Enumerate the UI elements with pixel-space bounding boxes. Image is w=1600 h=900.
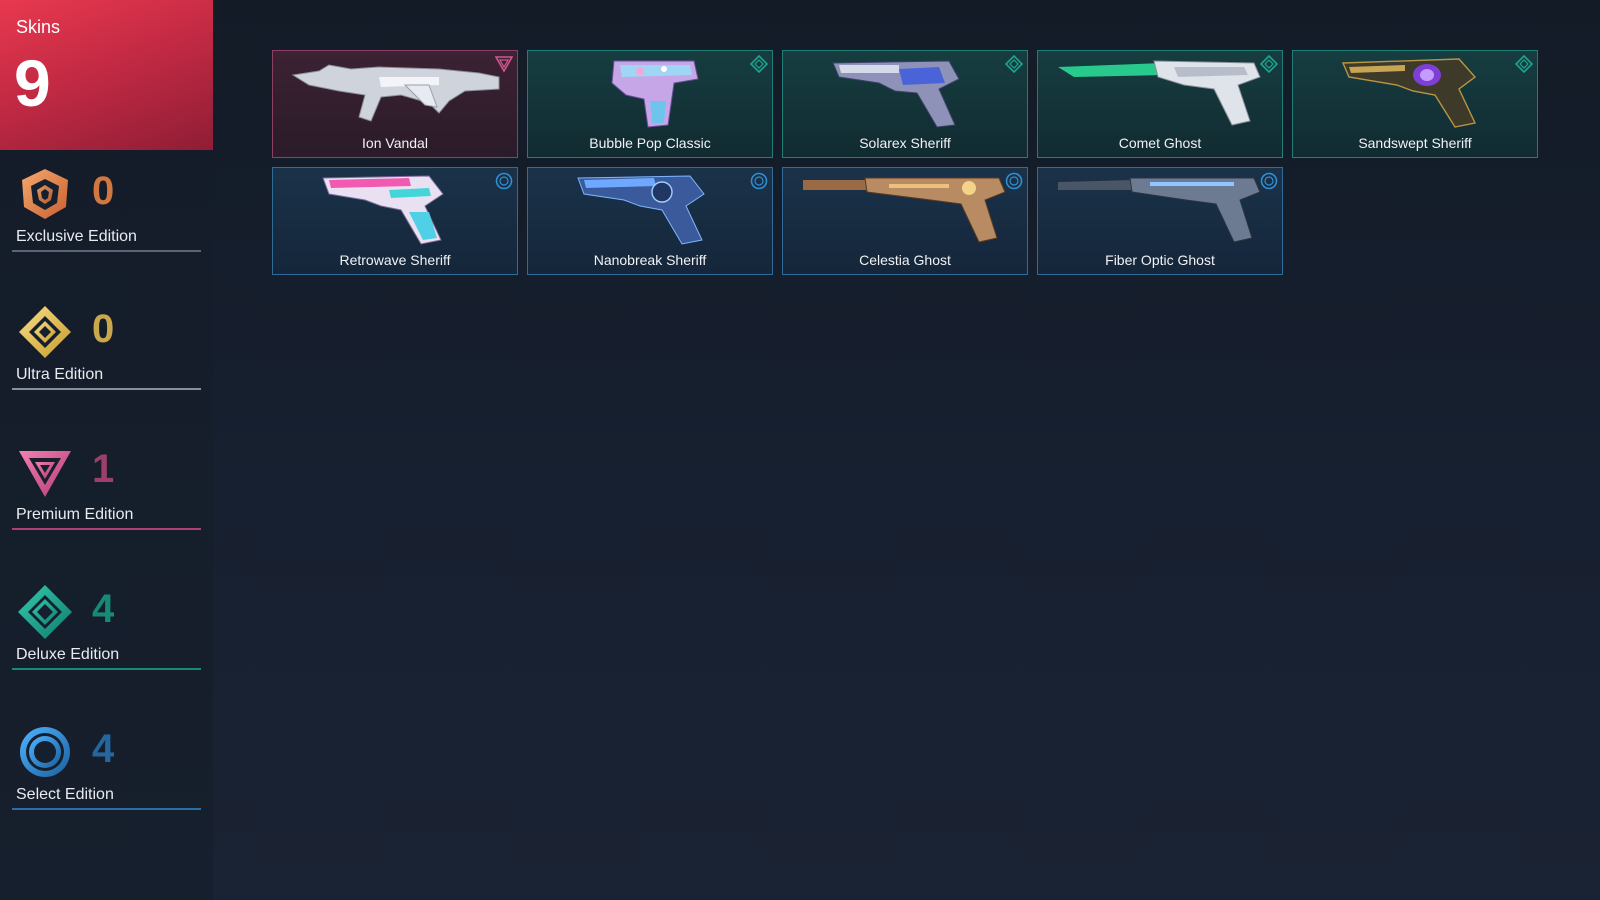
- skin-name: Bubble Pop Classic: [589, 135, 711, 151]
- ultra-edition-icon: [16, 303, 74, 361]
- skin-name: Solarex Sheriff: [859, 135, 951, 151]
- sidebar: Skins 9 0 Exclusive Edition 0 Ultra Edit…: [0, 0, 213, 900]
- pistol-icon: [544, 55, 758, 131]
- skin-name: Comet Ghost: [1118, 135, 1202, 151]
- pistol-icon: [799, 172, 1013, 248]
- skin-card-comet-ghost[interactable]: Comet Ghost: [1037, 50, 1283, 158]
- edition-divider: [12, 250, 201, 252]
- skin-name: Fiber Optic Ghost: [1105, 252, 1215, 268]
- pistol-icon: [1054, 55, 1268, 131]
- edition-count: 0: [92, 169, 115, 213]
- skin-card-bubble-pop-classic[interactable]: Bubble Pop Classic: [527, 50, 773, 158]
- revolver-icon: [544, 172, 758, 248]
- edition-divider: [12, 668, 201, 670]
- edition-divider: [12, 528, 201, 530]
- edition-label: Exclusive Edition: [16, 228, 137, 245]
- edition-exclusive[interactable]: 0 Exclusive Edition: [0, 165, 213, 265]
- skin-grid: Ion Vandal Bubble Pop Classic Solarex Sh…: [272, 50, 1542, 350]
- edition-divider: [12, 388, 201, 390]
- edition-ultra[interactable]: 0 Ultra Edition: [0, 303, 213, 403]
- skin-name: Ion Vandal: [362, 135, 428, 151]
- edition-select[interactable]: 4 Select Edition: [0, 723, 213, 823]
- revolver-icon: [289, 172, 503, 248]
- skins-label: Skins: [16, 17, 61, 37]
- revolver-icon: [799, 55, 1013, 131]
- edition-divider: [12, 808, 201, 810]
- skin-card-celestia-ghost[interactable]: Celestia Ghost: [782, 167, 1028, 275]
- edition-count: 1: [92, 447, 115, 491]
- premium-edition-icon: [16, 443, 74, 501]
- revolver-icon: [1309, 55, 1523, 131]
- skin-card-fiber-optic-ghost[interactable]: Fiber Optic Ghost: [1037, 167, 1283, 275]
- deluxe-edition-icon: [16, 583, 74, 641]
- edition-label: Select Edition: [16, 786, 114, 803]
- skin-name: Nanobreak Sheriff: [593, 252, 707, 268]
- edition-count: 0: [92, 307, 115, 351]
- skin-card-nanobreak-sheriff[interactable]: Nanobreak Sheriff: [527, 167, 773, 275]
- edition-count: 4: [92, 727, 115, 771]
- skin-name: Sandswept Sheriff: [1358, 135, 1472, 151]
- edition-label: Ultra Edition: [16, 366, 104, 383]
- select-edition-icon: [16, 723, 74, 781]
- skin-card-solarex-sheriff[interactable]: Solarex Sheriff: [782, 50, 1028, 158]
- skins-count: 9: [14, 46, 51, 120]
- edition-deluxe[interactable]: 4 Deluxe Edition: [0, 583, 213, 683]
- rifle-icon: [289, 55, 503, 131]
- pistol-icon: [1054, 172, 1268, 248]
- edition-premium[interactable]: 1 Premium Edition: [0, 443, 213, 543]
- skins-summary: Skins 9: [0, 0, 213, 150]
- edition-label: Premium Edition: [16, 506, 134, 523]
- edition-count: 4: [92, 587, 115, 631]
- edition-label: Deluxe Edition: [16, 646, 120, 663]
- exclusive-edition-icon: [16, 165, 74, 223]
- skin-name: Retrowave Sheriff: [339, 252, 451, 268]
- skin-name: Celestia Ghost: [859, 252, 951, 268]
- skin-card-ion-vandal[interactable]: Ion Vandal: [272, 50, 518, 158]
- skin-card-retrowave-sheriff[interactable]: Retrowave Sheriff: [272, 167, 518, 275]
- skin-card-sandswept-sheriff[interactable]: Sandswept Sheriff: [1292, 50, 1538, 158]
